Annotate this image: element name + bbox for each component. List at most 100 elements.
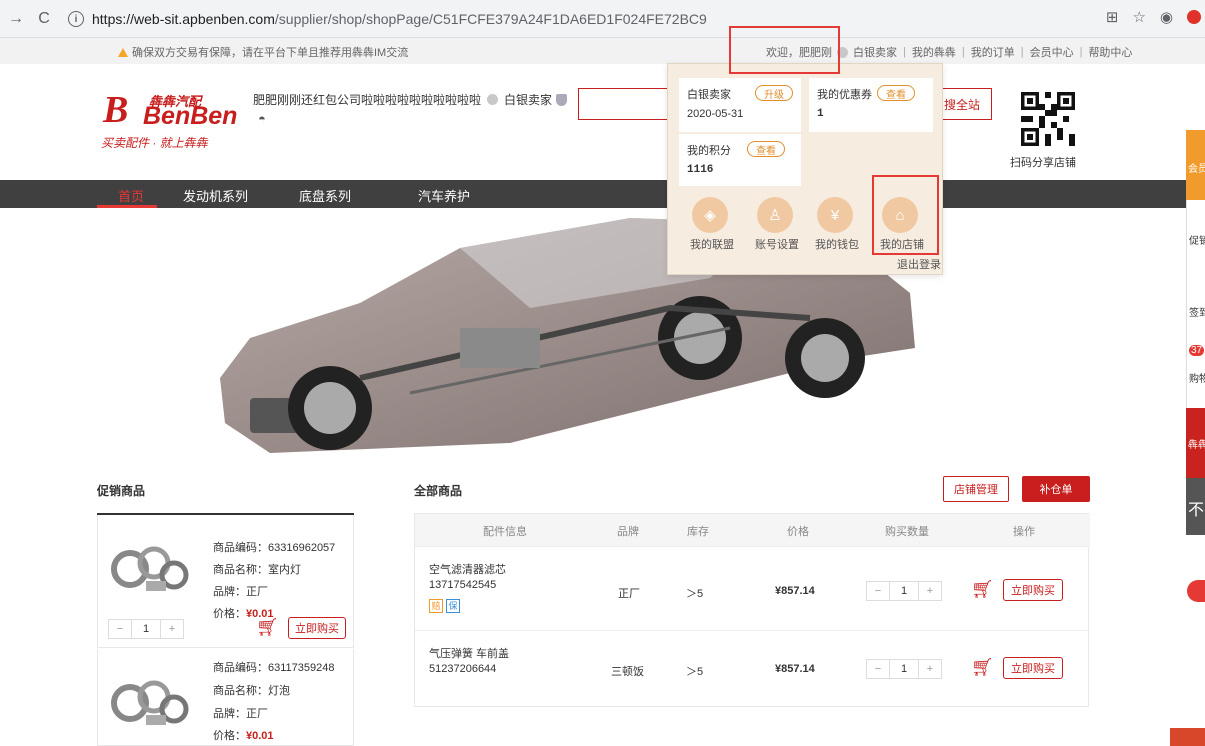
col-part-info: 配件信息 — [483, 526, 527, 538]
part-code: 51237206644 — [429, 663, 497, 675]
part-name[interactable]: 气压弹簧 车前盖 — [429, 645, 509, 661]
rail-assistant-label: 犇犇小七 — [1188, 440, 1205, 451]
plus-button[interactable]: + — [919, 660, 941, 678]
site-info-icon[interactable]: i — [68, 11, 84, 27]
minus-button[interactable]: − — [109, 620, 131, 638]
reload-icon[interactable]: C — [32, 7, 56, 31]
profile-icon[interactable]: ◉ — [1160, 8, 1173, 26]
plus-button[interactable]: + — [919, 582, 941, 600]
wallet-icon[interactable]: ¥ — [817, 197, 853, 233]
quantity-stepper[interactable]: − 1 + — [866, 581, 942, 601]
promo-brand-line: 品牌：正厂 — [213, 705, 268, 721]
logout-link[interactable]: 退出登录 — [897, 256, 941, 272]
promo-name-line: 商品名称：灯泡 — [213, 682, 290, 698]
main-nav: 首页 发动机系列 底盘系列 汽车养护 — [0, 180, 1205, 208]
qr-share-label: 扫码分享店铺 — [1010, 157, 1076, 169]
nav-engine[interactable]: 发动机系列 — [183, 186, 248, 205]
level-label: 白银卖家 — [687, 89, 731, 101]
address-bar[interactable]: i https://web-sit.apbenben.com/supplier/… — [68, 6, 1078, 32]
shop-level: 白银卖家 — [504, 93, 553, 107]
quantity-stepper[interactable]: − 1 + — [866, 659, 942, 679]
cart-icon[interactable]: 🛒︎ — [971, 579, 994, 600]
promo-brand: 正厂 — [246, 708, 268, 720]
gift-icon[interactable] — [1170, 728, 1205, 746]
promo-code: 63117359248 — [268, 662, 335, 674]
my-benben-link[interactable]: 我的犇犇 — [909, 44, 959, 60]
notice-text: 确保双方交易有保障，请在平台下单且推荐用犇犇IM交流 — [132, 47, 409, 59]
cart-icon[interactable]: 🛒︎ — [971, 657, 994, 678]
coupon-view-button[interactable]: 查看 — [877, 85, 915, 101]
search-input[interactable] — [578, 88, 678, 120]
points-view-button[interactable]: 查看 — [747, 141, 785, 157]
rail-collapse[interactable]: 不 — [1186, 478, 1205, 535]
translate-icon[interactable]: ⊞ — [1106, 8, 1119, 26]
product-image[interactable] — [108, 527, 198, 599]
promo-name: 室内灯 — [268, 564, 301, 576]
part-price: ¥857.14 — [775, 585, 815, 597]
guarantee-tag: 保 — [446, 599, 460, 613]
restock-button[interactable]: 补仓单 — [1022, 476, 1090, 502]
quantity-value[interactable]: 1 — [889, 582, 919, 600]
products-table: 配件信息 品牌 库存 价格 购买数量 操作 空气滤清器滤芯 1371754254… — [414, 513, 1090, 707]
part-name[interactable]: 空气滤清器滤芯 — [429, 561, 506, 577]
coupon-card: 我的优惠券 查看 1 — [809, 78, 933, 132]
shop-manage-button[interactable]: 店铺管理 — [943, 476, 1009, 502]
member-center-link[interactable]: 会员中心 — [1027, 44, 1077, 60]
code-label: 商品编码： — [213, 662, 268, 674]
extension-icon[interactable] — [1187, 10, 1201, 24]
name-label: 商品名称： — [213, 564, 268, 576]
customer-service-icon[interactable] — [1187, 580, 1205, 602]
account-label[interactable]: 账号设置 — [755, 236, 799, 252]
level-date: 2020-05-31 — [687, 108, 744, 120]
quantity-value[interactable]: 1 — [889, 660, 919, 678]
buy-now-button[interactable]: 立即购买 — [288, 617, 346, 639]
buy-now-button[interactable]: 立即购买 — [1003, 657, 1063, 679]
plus-button[interactable]: + — [161, 620, 183, 638]
rail-sign-in[interactable]: 签到有礼 — [1189, 304, 1205, 319]
promo-name-line: 商品名称：室内灯 — [213, 561, 301, 577]
nav-car-care[interactable]: 汽车养护 — [418, 186, 470, 205]
promo-price-line: 价格：¥0.01 — [213, 727, 274, 743]
compensation-tag: 赔 — [429, 599, 443, 613]
rail-cart[interactable]: 购物车 — [1189, 370, 1205, 385]
quantity-stepper[interactable]: − 1 + — [108, 619, 184, 639]
my-orders-link[interactable]: 我的订单 — [968, 44, 1018, 60]
nav-home[interactable]: 首页 — [118, 186, 144, 205]
price-label: 价格： — [213, 608, 246, 620]
follow-icon[interactable]: ◓ — [258, 111, 266, 126]
table-row: 空气滤清器滤芯 13717542545 赔保 正厂 ＞5 ¥857.14 − 1… — [415, 546, 1090, 630]
points-card: 我的积分 查看 1116 — [679, 134, 801, 186]
top-notice-bar: 确保双方交易有保障，请在平台下单且推荐用犇犇IM交流 欢迎，肥肥刚 白银卖家 |… — [0, 38, 1205, 64]
right-float-rail: 会员VIP 促销报名 签到有礼 37 购物车 犇犇小七 不 — [1186, 130, 1205, 535]
nav-chassis[interactable]: 底盘系列 — [299, 186, 351, 205]
promo-code: 63316962057 — [268, 542, 336, 554]
alliance-label[interactable]: 我的联盟 — [690, 236, 734, 252]
rail-benben-assistant[interactable]: 犇犇小七 — [1186, 408, 1205, 478]
help-center-link[interactable]: 帮助中心 — [1085, 44, 1135, 60]
silver-level-icon — [487, 94, 499, 105]
url-host: https://web-sit.apbenben.com — [92, 11, 275, 27]
products-title: 全部商品 — [414, 484, 463, 498]
col-action: 操作 — [1013, 526, 1035, 538]
rail-vip[interactable]: 会员VIP — [1186, 130, 1205, 200]
cart-icon[interactable]: 🛒︎ — [256, 617, 279, 638]
col-price: 价格 — [787, 526, 809, 538]
name-label: 商品名称： — [213, 685, 268, 697]
warning-icon — [118, 47, 128, 57]
qr-code-icon — [1021, 92, 1075, 146]
forward-icon[interactable]: → — [4, 7, 28, 31]
part-stock: ＞5 — [686, 588, 704, 600]
account-icon[interactable]: ♙ — [757, 197, 793, 233]
wallet-label[interactable]: 我的钱包 — [815, 236, 859, 252]
coupon-label: 我的优惠券 — [817, 89, 872, 101]
carousel-indicator[interactable] — [581, 438, 605, 440]
buy-now-button[interactable]: 立即购买 — [1003, 579, 1063, 601]
quantity-value[interactable]: 1 — [131, 620, 161, 638]
minus-button[interactable]: − — [867, 660, 889, 678]
rail-promo-signup[interactable]: 促销报名 — [1189, 232, 1205, 247]
minus-button[interactable]: − — [867, 582, 889, 600]
upgrade-button[interactable]: 升级 — [755, 85, 793, 101]
bookmark-star-icon[interactable]: ☆ — [1132, 8, 1145, 26]
alliance-icon[interactable]: ◈ — [692, 197, 728, 233]
product-image[interactable] — [108, 661, 198, 733]
